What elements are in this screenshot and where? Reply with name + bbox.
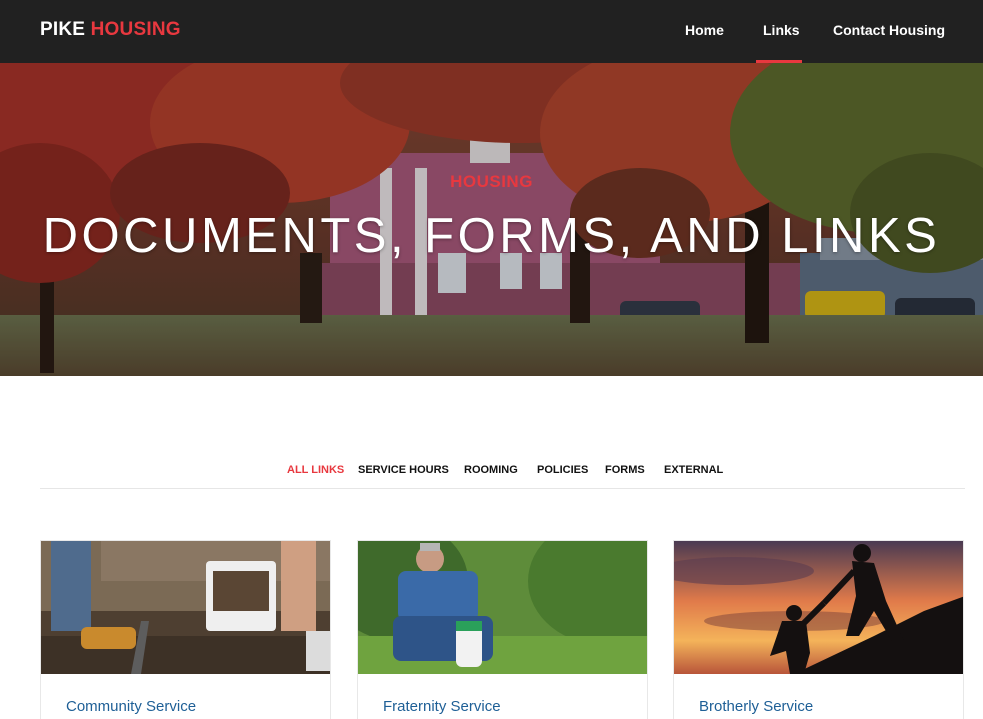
hero-banner: HOUSING DOCUMENTS, FORMS, AND LINKS: [0, 63, 983, 376]
community-service-photo: [41, 541, 330, 674]
filter-rooming[interactable]: ROOMING: [464, 464, 518, 476]
fraternity-service-photo: [358, 541, 647, 674]
filter-external[interactable]: EXTERNAL: [664, 464, 723, 476]
card-image[interactable]: [674, 541, 963, 674]
card-title[interactable]: Community Service: [66, 698, 196, 715]
card-image[interactable]: [358, 541, 647, 674]
link-filter-tabs: ALL LINKS SERVICE HOURS ROOMING POLICIES…: [40, 462, 965, 489]
link-card[interactable]: Community Service: [40, 540, 331, 719]
filter-policies[interactable]: POLICIES: [537, 464, 588, 476]
card-title[interactable]: Brotherly Service: [699, 698, 813, 715]
nav-home-link[interactable]: Home: [685, 22, 724, 38]
logo-text-accent: HOUSING: [90, 19, 181, 40]
link-card[interactable]: Brotherly Service: [673, 540, 964, 719]
nav-links-link[interactable]: Links: [763, 22, 800, 38]
top-navbar: PIKE HOUSING Home Links Contact Housing: [0, 0, 983, 63]
card-image[interactable]: [41, 541, 330, 674]
filter-forms[interactable]: FORMS: [605, 464, 645, 476]
filter-service-hours[interactable]: SERVICE HOURS: [358, 464, 449, 476]
filter-all-links[interactable]: ALL LINKS: [287, 464, 344, 476]
page-title: DOCUMENTS, FORMS, AND LINKS: [42, 209, 941, 263]
nav-contact-housing-link[interactable]: Contact Housing: [833, 22, 945, 38]
link-card[interactable]: Fraternity Service: [357, 540, 648, 719]
brotherly-service-photo: [674, 541, 963, 674]
card-title[interactable]: Fraternity Service: [383, 698, 501, 715]
hero-kicker: HOUSING: [450, 172, 533, 191]
logo-text-primary: PIKE: [40, 19, 86, 40]
site-logo[interactable]: PIKE HOUSING: [40, 19, 181, 41]
